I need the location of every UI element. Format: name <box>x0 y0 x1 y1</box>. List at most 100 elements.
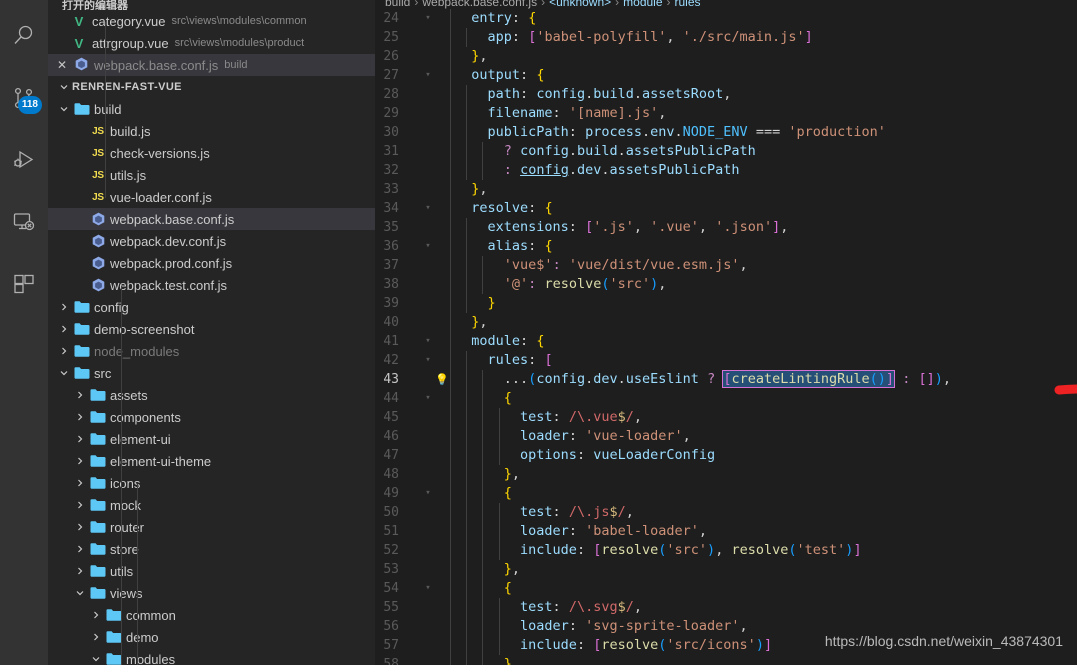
breadcrumb-item[interactable]: module <box>623 0 662 9</box>
code-line[interactable]: 31 ? config.build.assetsPublicPath <box>375 142 1077 161</box>
tree-item-common[interactable]: common <box>48 604 375 626</box>
tree-item-utils[interactable]: utils <box>48 560 375 582</box>
chevron-right-icon[interactable] <box>72 522 88 532</box>
tree-item-check-versions-js[interactable]: JS check-versions.js <box>48 142 375 164</box>
tree-item-webpack-dev-conf-js[interactable]: webpack.dev.conf.js <box>48 230 375 252</box>
code-line[interactable]: 55 test: /\.svg$/, <box>375 598 1077 617</box>
fold-chevron-icon[interactable]: ▾ <box>421 484 435 503</box>
tree-item-demo[interactable]: demo <box>48 626 375 648</box>
chevron-right-icon[interactable] <box>72 434 88 444</box>
breadcrumb-item[interactable]: build <box>385 0 410 9</box>
chevron-right-icon[interactable] <box>88 610 104 620</box>
tree-item-components[interactable]: components <box>48 406 375 428</box>
tree-item-webpack-test-conf-js[interactable]: webpack.test.conf.js <box>48 274 375 296</box>
breadcrumb-item[interactable]: rules <box>675 0 701 9</box>
code-line[interactable]: 53 }, <box>375 560 1077 579</box>
chevron-right-icon[interactable] <box>72 544 88 554</box>
chevron-right-icon[interactable] <box>72 390 88 400</box>
open-editor-item[interactable]: ✕ webpack.base.conf.js build <box>48 54 375 76</box>
fold-chevron-icon[interactable]: ▾ <box>421 237 435 256</box>
code-line[interactable]: 26 }, <box>375 47 1077 66</box>
chevron-down-icon[interactable] <box>56 368 72 378</box>
code-line[interactable]: 25 app: ['babel-polyfill', './src/main.j… <box>375 28 1077 47</box>
tree-item-vue-loader-conf-js[interactable]: JS vue-loader.conf.js <box>48 186 375 208</box>
tree-item-mock[interactable]: mock <box>48 494 375 516</box>
workspace-folder-header[interactable]: RENREN-FAST-VUE <box>48 76 375 98</box>
selected-code[interactable]: [createLintingRule()] <box>722 370 896 388</box>
code-line[interactable]: 52 include: [resolve('src'), resolve('te… <box>375 541 1077 560</box>
chevron-down-icon[interactable] <box>72 588 88 598</box>
code-line[interactable]: 50 test: /\.js$/, <box>375 503 1077 522</box>
code-line[interactable]: 42 ▾ rules: [ <box>375 351 1077 370</box>
breadcrumb[interactable]: build › webpack.base.conf.js › <unknown> › mod… <box>375 0 1077 9</box>
tree-item-modules[interactable]: modules <box>48 648 375 665</box>
code-line[interactable]: 51 loader: 'babel-loader', <box>375 522 1077 541</box>
code-line[interactable]: 39 } <box>375 294 1077 313</box>
tree-item-store[interactable]: store <box>48 538 375 560</box>
chevron-right-icon[interactable] <box>72 478 88 488</box>
fold-chevron-icon[interactable]: ▾ <box>421 579 435 598</box>
tree-item-webpack-prod-conf-js[interactable]: webpack.prod.conf.js <box>48 252 375 274</box>
code-line[interactable]: 58 }, <box>375 655 1077 665</box>
breadcrumb-item[interactable]: webpack.base.conf.js <box>422 0 537 9</box>
source-control-icon[interactable]: 118 <box>0 74 48 122</box>
open-editor-item[interactable]: Vattrgroup.vue src\views\modules\product <box>48 32 375 54</box>
chevron-right-icon[interactable] <box>72 500 88 510</box>
chevron-down-icon[interactable] <box>88 654 104 664</box>
code-line[interactable]: 43 💡 ...(config.dev.useEslint ? [createLi… <box>375 370 1077 389</box>
chevron-right-icon[interactable] <box>56 346 72 356</box>
tree-item-config[interactable]: config <box>48 296 375 318</box>
code-line[interactable]: 38 '@': resolve('src'), <box>375 275 1077 294</box>
fold-chevron-icon[interactable]: ▾ <box>421 389 435 408</box>
code-content[interactable]: 24 ▾ entry: {25 app: ['babel-polyfill', '… <box>375 9 1077 665</box>
fold-chevron-icon[interactable]: ▾ <box>421 351 435 370</box>
code-line[interactable]: 27 ▾ output: { <box>375 66 1077 85</box>
fold-chevron-icon[interactable]: ▾ <box>421 332 435 351</box>
breadcrumb-item[interactable]: <unknown> <box>549 0 611 9</box>
chevron-down-icon[interactable] <box>56 104 72 114</box>
tree-item-src[interactable]: src <box>48 362 375 384</box>
code-line[interactable]: 35 extensions: ['.js', '.vue', '.json'], <box>375 218 1077 237</box>
open-editors-header[interactable]: 打开的编辑器 <box>48 0 375 10</box>
code-line[interactable]: 45 test: /\.vue$/, <box>375 408 1077 427</box>
code-line[interactable]: 33 }, <box>375 180 1077 199</box>
open-editor-item[interactable]: Vcategory.vue src\views\modules\common <box>48 10 375 32</box>
run-and-debug-icon[interactable] <box>0 136 48 184</box>
code-line[interactable]: 32 : config.dev.assetsPublicPath <box>375 161 1077 180</box>
fold-chevron-icon[interactable]: ▾ <box>421 199 435 218</box>
code-line[interactable]: 28 path: config.build.assetsRoot, <box>375 85 1077 104</box>
code-line[interactable]: 24 ▾ entry: { <box>375 9 1077 28</box>
fold-chevron-icon[interactable]: ▾ <box>421 66 435 85</box>
tree-item-icons[interactable]: icons <box>48 472 375 494</box>
tree-item-node-modules[interactable]: node_modules <box>48 340 375 362</box>
search-icon[interactable] <box>0 12 48 60</box>
chevron-right-icon[interactable] <box>72 456 88 466</box>
chevron-right-icon[interactable] <box>56 302 72 312</box>
chevron-right-icon[interactable] <box>56 324 72 334</box>
remote-explorer-icon[interactable] <box>0 198 48 246</box>
tree-item-element-ui-theme[interactable]: element-ui-theme <box>48 450 375 472</box>
tree-item-build[interactable]: build <box>48 98 375 120</box>
code-line[interactable]: 54 ▾ { <box>375 579 1077 598</box>
code-line[interactable]: 30 publicPath: process.env.NODE_ENV === … <box>375 123 1077 142</box>
tree-item-demo-screenshot[interactable]: demo-screenshot <box>48 318 375 340</box>
fold-chevron-icon[interactable]: ▾ <box>421 9 435 28</box>
code-line[interactable]: 49 ▾ { <box>375 484 1077 503</box>
code-line[interactable]: 41 ▾ module: { <box>375 332 1077 351</box>
close-icon[interactable]: ✕ <box>54 58 70 72</box>
chevron-right-icon[interactable] <box>72 412 88 422</box>
tree-item-router[interactable]: router <box>48 516 375 538</box>
code-line[interactable]: 48 }, <box>375 465 1077 484</box>
tree-item-build-js[interactable]: JS build.js <box>48 120 375 142</box>
tree-item-assets[interactable]: assets <box>48 384 375 406</box>
code-line[interactable]: 47 options: vueLoaderConfig <box>375 446 1077 465</box>
code-line[interactable]: 46 loader: 'vue-loader', <box>375 427 1077 446</box>
code-line[interactable]: 29 filename: '[name].js', <box>375 104 1077 123</box>
chevron-right-icon[interactable] <box>72 566 88 576</box>
tree-item-utils-js[interactable]: JS utils.js <box>48 164 375 186</box>
tree-item-webpack-base-conf-js[interactable]: webpack.base.conf.js <box>48 208 375 230</box>
code-line[interactable]: 37 'vue$': 'vue/dist/vue.esm.js', <box>375 256 1077 275</box>
lightbulb-quickfix-icon[interactable]: 💡 <box>435 370 449 389</box>
tree-item-views[interactable]: views <box>48 582 375 604</box>
extensions-icon[interactable] <box>0 260 48 308</box>
